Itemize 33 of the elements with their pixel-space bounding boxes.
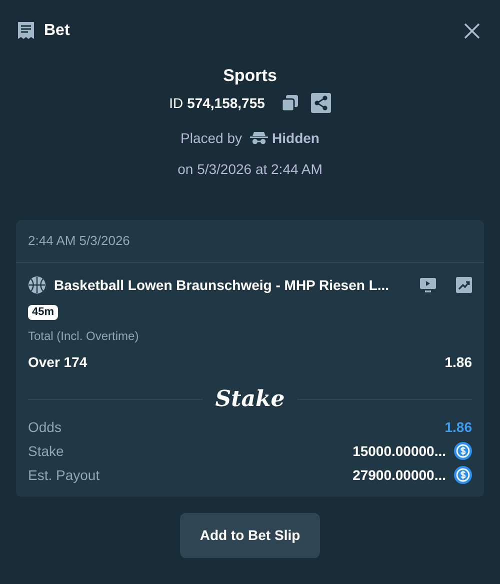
selection-name: Over 174 (28, 352, 88, 372)
summary-label: Est. Payout (28, 466, 100, 485)
receipt-icon (16, 21, 36, 41)
summary-value: 27900.00000... (352, 466, 446, 484)
coin-icon (454, 442, 472, 460)
incognito-icon (250, 131, 268, 145)
summary-value: 15000.00000... (352, 442, 446, 460)
summary-value: 1.86 (444, 418, 472, 436)
placed-date: on 5/3/2026 at 2:44 AM (178, 160, 322, 178)
placed-by-label: Placed by (180, 128, 242, 148)
dialog-title: Bet (44, 21, 70, 41)
brand-logo: Stake (215, 384, 285, 414)
copy-icon (280, 94, 299, 112)
share-button[interactable] (310, 93, 331, 113)
bet-category: Sports (223, 65, 277, 87)
chart-icon (456, 277, 472, 293)
basketball-icon (28, 276, 46, 294)
copy-button[interactable] (280, 94, 299, 112)
placed-by-user: Hidden (272, 128, 320, 148)
selection-odds: 1.86 (444, 352, 472, 372)
close-icon (464, 23, 480, 39)
summary-label: Stake (28, 442, 64, 460)
share-icon (310, 93, 331, 113)
coin-icon (454, 466, 472, 484)
event-name: Basketball Lowen Braunschweig - MHP Riesen L... (54, 276, 390, 295)
bet-timestamp: 2:44 AM 5/3/2026 (28, 232, 130, 248)
live-time-badge: 45m (28, 304, 58, 320)
bet-id-label: ID (169, 94, 184, 112)
market-name: Total (Incl. Overtime) (28, 328, 140, 344)
summary-label: Odds (28, 418, 62, 436)
tv-icon (420, 278, 436, 292)
bet-id: 574,158,755 (187, 94, 265, 112)
add-to-bet-slip-button[interactable]: Add to Bet Slip (180, 512, 320, 558)
